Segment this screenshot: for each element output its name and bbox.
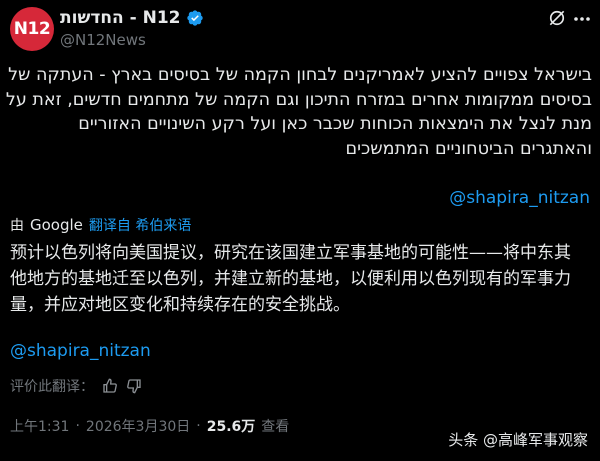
- tweet-line: מנת לנצל את הימצאות הכוחות שכבר כאן ועל …: [78, 114, 592, 134]
- translated-mention-link[interactable]: @shapira_nitzan: [10, 341, 151, 361]
- meta-separator: ·: [75, 418, 80, 434]
- thumbs-down-icon[interactable]: [126, 378, 142, 394]
- grok-icon[interactable]: [547, 8, 567, 28]
- author-name-row: החדשות - N12: [60, 8, 204, 28]
- more-options-icon[interactable]: [572, 12, 592, 26]
- translated-line: 预计以色列将向美国提议，研究在该国建立军事基地的可能性——将中东其: [10, 243, 571, 263]
- watermark: 头条 @高峰军事观察: [448, 431, 588, 449]
- verified-badge-icon: [187, 10, 204, 26]
- views-label: 查看: [261, 419, 290, 435]
- tweet-date[interactable]: 2026年3月30日: [86, 416, 190, 436]
- tweet-line: והאתגרים הביטחוניים המתמשכים: [345, 138, 593, 159]
- views-count: 25.6万: [206, 419, 256, 435]
- translation-source-link[interactable]: 翻译自 希伯来语: [89, 215, 191, 235]
- thumbs-up-icon[interactable]: [102, 378, 118, 394]
- tweet-text-hebrew: בישראל צפויים להציע לאמריקנים לבחון הקמה…: [5, 63, 593, 161]
- tweet-time[interactable]: 上午1:31: [10, 416, 69, 436]
- tweet-text-translated: 预计以色列将向美国提议，研究在该国建立军事基地的可能性——将中东其 他地方的基地…: [10, 240, 592, 318]
- mention-link[interactable]: @shapira_nitzan: [449, 188, 590, 208]
- tweet-header: N12 החדשות - N12 @N12News: [0, 0, 600, 60]
- avatar[interactable]: N12: [10, 7, 54, 51]
- tweet-line: בסיסים ממקומות אחרים במזרח התיכון וגם הק…: [5, 89, 592, 110]
- translated-line: 量，并应对地区变化和持续存在的安全挑战。: [10, 295, 350, 315]
- author-handle[interactable]: @N12News: [60, 31, 146, 49]
- avatar-text: N12: [13, 19, 51, 39]
- author-display-name[interactable]: החדשות - N12: [60, 8, 180, 28]
- rate-translation-label: 评价此翻译：: [10, 379, 94, 395]
- tweet-line: בישראל צפויים להציע לאמריקנים לבחון הקמה…: [8, 65, 592, 85]
- meta-separator: ·: [196, 418, 201, 434]
- translated-by-label: 由: [10, 218, 24, 234]
- translation-attribution: 由 Google 翻译自 希伯来语: [10, 215, 191, 235]
- tweet-meta: 上午1:31 · 2026年3月30日 · 25.6万 查看: [10, 416, 289, 436]
- translated-line: 他地方的基地迁至以色列，并建立新的基地，以便利用以色列现有的军事力: [10, 269, 571, 289]
- google-logo: Google: [30, 216, 83, 234]
- rate-translation-row: 评价此翻译：: [10, 376, 142, 396]
